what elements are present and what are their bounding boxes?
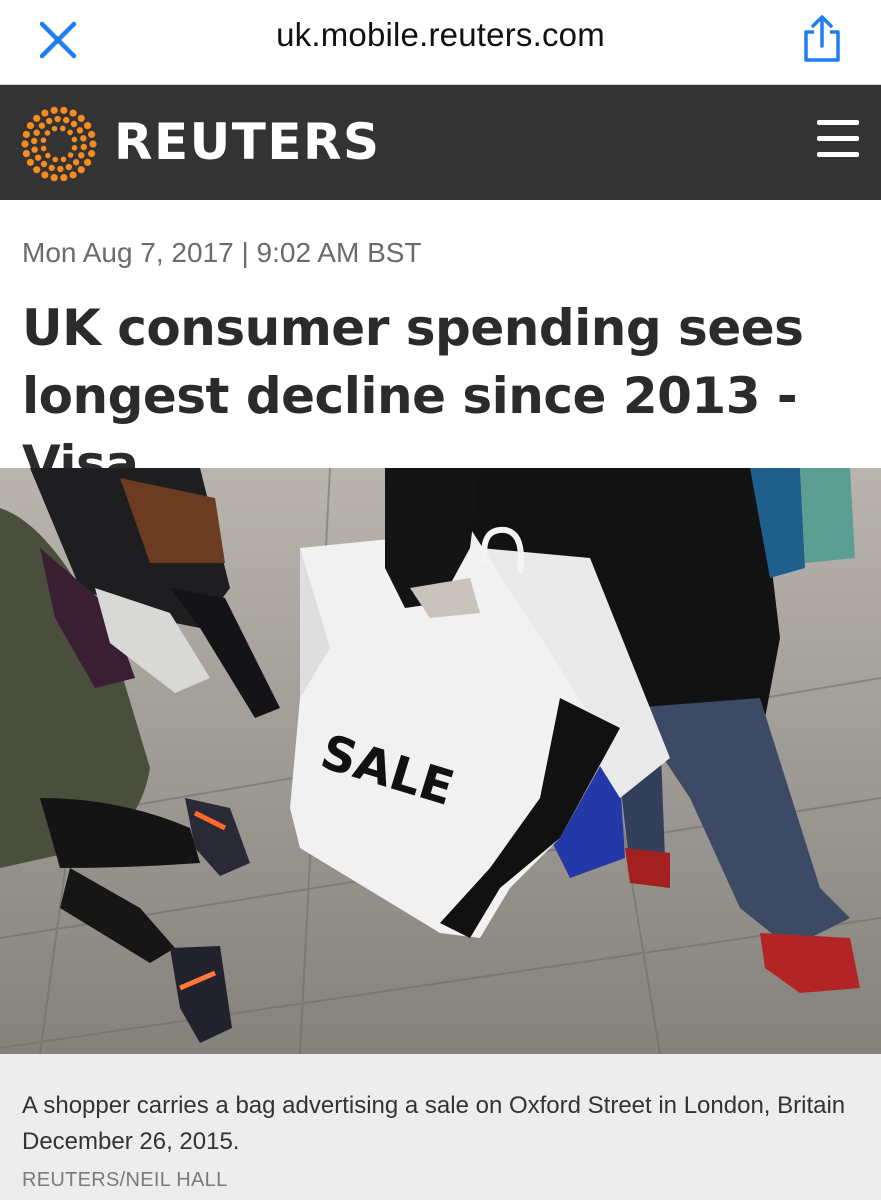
page: uk.mobile.reuters.com REUTERS Mon Aug 7,… [0,0,881,1200]
share-button[interactable] [797,12,847,66]
photo-caption: A shopper carries a bag advertising a sa… [22,1092,846,1155]
photo-credit: REUTERS/NEIL HALL [22,1169,228,1191]
caption-area: A shopper carries a bag advertising a sa… [0,1054,881,1200]
article-dateline: Mon Aug 7, 2017 | 9:02 AM BST [22,237,422,268]
share-icon [804,15,840,62]
article-photo: SALE [0,468,881,1054]
url-text[interactable]: uk.mobile.reuters.com [0,16,881,54]
site-header: REUTERS [0,85,881,200]
browser-address-bar: uk.mobile.reuters.com [0,0,881,85]
hamburger-menu-icon[interactable] [817,120,859,166]
brand-wordmark[interactable]: REUTERS [114,113,381,171]
reuters-dot-logo-icon[interactable] [20,105,98,183]
